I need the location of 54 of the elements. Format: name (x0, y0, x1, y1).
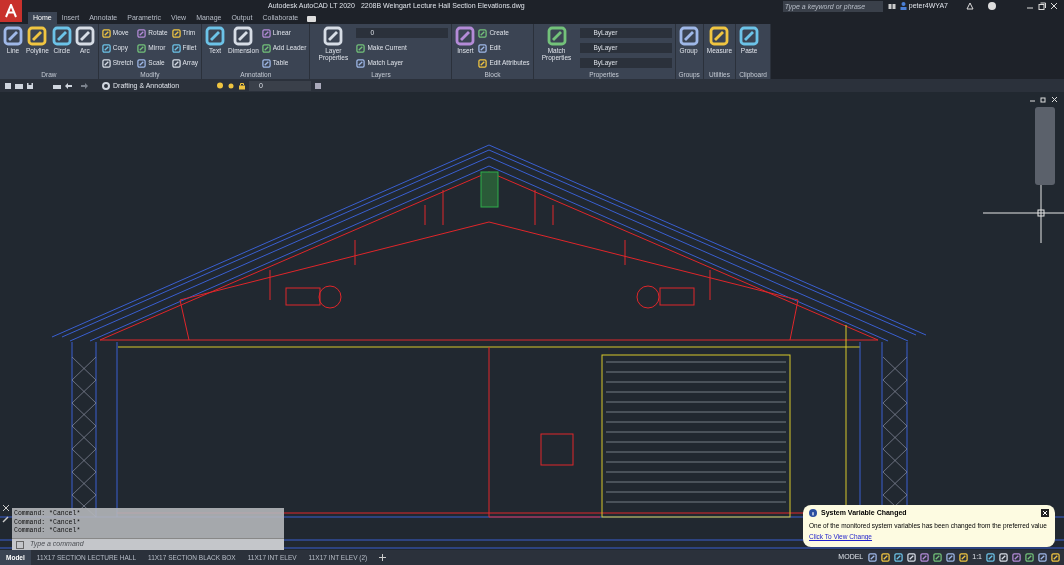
help-icon[interactable] (988, 2, 996, 10)
tool-icon (261, 43, 271, 53)
tool-icon (101, 58, 111, 68)
tool-icon (171, 43, 181, 53)
tool-icon (478, 58, 488, 68)
tool-icon (205, 26, 226, 46)
close-icon[interactable] (2, 504, 10, 512)
new-file-icon[interactable] (4, 81, 12, 90)
user-icon[interactable] (899, 2, 907, 10)
tool-icon (356, 58, 366, 68)
add-layout-icon[interactable] (379, 554, 387, 561)
close-icon[interactable] (1050, 2, 1058, 10)
close-icon[interactable] (1051, 96, 1058, 103)
tool-icon (478, 43, 488, 53)
tool-icon (27, 26, 48, 46)
tool-icon (546, 26, 567, 46)
tool-icon (171, 58, 181, 68)
restore-icon[interactable] (1040, 96, 1047, 103)
redo-icon[interactable] (81, 81, 89, 90)
save-icon[interactable] (26, 81, 34, 90)
close-icon[interactable] (1041, 509, 1049, 518)
sun-icon[interactable] (227, 81, 235, 90)
binoculars-icon[interactable] (887, 2, 896, 10)
tool-icon (739, 26, 760, 46)
tool-icon (233, 26, 254, 46)
tool-icon (261, 28, 271, 38)
folder-icon[interactable] (15, 81, 23, 90)
tool-icon (137, 28, 147, 38)
tool-icon (678, 26, 699, 46)
lock-icon[interactable] (238, 81, 246, 90)
undo-icon[interactable] (64, 81, 72, 90)
tool-icon (171, 28, 181, 38)
tool-icon (478, 28, 488, 38)
command-prompt-icon[interactable] (16, 540, 26, 549)
tool-icon (455, 26, 476, 46)
layer-state-icon[interactable] (314, 81, 322, 90)
tool-icon (137, 43, 147, 53)
tool-icon (356, 43, 366, 53)
tool-icon (74, 26, 95, 46)
tool-icon (101, 43, 111, 53)
tool-icon (323, 26, 344, 46)
triangle-icon[interactable] (966, 2, 974, 10)
tool-icon (261, 58, 271, 68)
tool-icon (709, 26, 730, 46)
info-icon (809, 509, 817, 518)
tool-icon (101, 28, 111, 38)
app-logo[interactable] (0, 0, 22, 22)
letter-a-logo-icon (4, 4, 18, 18)
lightbulb-icon[interactable] (216, 81, 224, 90)
tool-icon (51, 26, 72, 46)
restore-icon[interactable] (1038, 2, 1046, 10)
tool-icon (3, 26, 23, 46)
wrench-icon[interactable] (2, 515, 10, 523)
tool-icon (137, 58, 147, 68)
